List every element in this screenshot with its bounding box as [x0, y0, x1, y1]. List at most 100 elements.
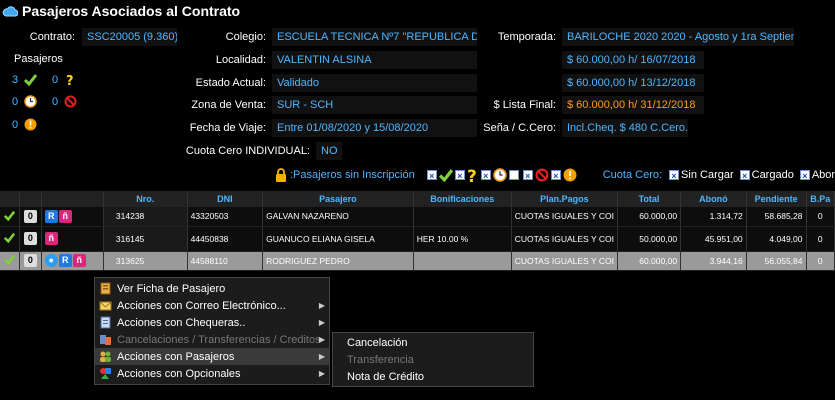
header-bpa[interactable]: B.Pa — [806, 191, 835, 207]
people-icon[interactable]: ñ — [44, 232, 58, 245]
submenu-item-nota-credito[interactable]: Nota de Crédito — [333, 368, 533, 385]
alert-icon — [24, 118, 37, 131]
r-icon[interactable]: R — [58, 254, 72, 267]
filter-alert-checkbox[interactable]: × — [550, 170, 561, 181]
cell-nro: 314238 — [103, 207, 188, 227]
colegio-value: ESCUELA TECNICA Nº7 "REPUBLICA DE F — [272, 28, 477, 46]
abonado-checkbox[interactable]: × — [799, 170, 810, 181]
cell-abono: 45.951,00 — [680, 226, 747, 252]
zona-label: Zona de Venta: — [191, 99, 266, 111]
cuota-cero-badge: 0 — [23, 232, 37, 245]
header-pasajero[interactable]: Pasajero — [262, 191, 414, 207]
check-icon — [24, 74, 37, 86]
cell-total: 60.000,00 — [617, 207, 682, 227]
mail-icon — [99, 301, 112, 311]
cell-abono: 3.944,16 — [680, 251, 747, 271]
filter-question-checkbox[interactable]: × — [454, 170, 465, 181]
question-icon: ? — [467, 167, 477, 183]
filter-clock-checkbox[interactable]: × — [480, 170, 491, 181]
check-icon — [3, 210, 16, 221]
cuota-cero-legend-label: Cuota Cero: — [602, 169, 663, 181]
sin-inscripcion-label: :Pasajeros sin Inscripción — [290, 169, 415, 181]
filter-blocked-checkbox[interactable]: × — [522, 170, 533, 181]
menu-item-pasajeros[interactable]: Acciones con Pasajeros ▶ — [95, 348, 329, 365]
count-ok: 3 — [12, 74, 19, 86]
check-icon — [3, 254, 16, 266]
cell-pasajero: GUANUCO ELIANA GISELA — [262, 226, 414, 252]
estado-value: Validado — [272, 74, 477, 92]
title-bar: Pasajeros Asociados al Contrato — [0, 0, 835, 22]
filter-square-checkbox[interactable] — [508, 170, 519, 180]
cuota-cero-value: NO — [316, 142, 342, 160]
lista-final-value: $ 60.000,00 h/ 31/12/2018 — [562, 96, 704, 114]
cell-bpa: 0 — [806, 251, 835, 271]
table-header: Nro. DNI Pasajero Bonificaciones Plan.Pa… — [0, 191, 835, 207]
chat-icon[interactable]: ● — [44, 254, 58, 267]
cell-nro: 316145 — [103, 226, 188, 252]
question-icon: ? — [66, 74, 74, 86]
menu-item-ver-ficha[interactable]: Ver Ficha de Pasajero — [95, 280, 329, 297]
cell-pendiente: 56.055,84 — [746, 251, 807, 271]
people-icon[interactable]: ñ — [72, 254, 86, 267]
cuota-cero-badge: 0 — [23, 254, 37, 267]
menu-item-chequeras[interactable]: Acciones con Chequeras.. ▶ — [95, 314, 329, 331]
cell-plan: CUOTAS IGUALES Y COI — [511, 226, 618, 252]
header-bonificaciones[interactable]: Bonificaciones — [413, 191, 512, 207]
alert-icon — [563, 168, 577, 182]
fecha-viaje-value: Entre 01/08/2020 y 15/08/2020 — [272, 119, 477, 137]
zona-value: SUR - SCH — [272, 96, 477, 114]
menu-item-opcionales[interactable]: Acciones con Opcionales ▶ — [95, 365, 329, 382]
cell-dni: 44588110 — [187, 251, 264, 271]
temporada-value: BARILOCHE 2020 2020 - Agosto y 1ra Septi… — [562, 28, 794, 46]
cuota-cero-badge: 0 — [23, 209, 37, 223]
card-icon — [100, 282, 111, 295]
cell-abono: 1.314,72 — [680, 207, 747, 227]
cell-plan: CUOTAS IGUALES Y COI — [511, 207, 618, 227]
cell-bonif: HER 10.00 % — [413, 226, 512, 252]
lista-final-label: $ Lista Final: — [493, 99, 556, 111]
header-abono[interactable]: Abonó — [680, 191, 747, 207]
cargado-checkbox[interactable]: × — [739, 170, 750, 181]
header-pendiente[interactable]: Pendiente — [746, 191, 807, 207]
cell-plan: CUOTAS IGUALES Y COI — [511, 251, 618, 271]
precio-2-value: $ 60.000,00 h/ 13/12/2018 — [562, 74, 704, 92]
abonado-label: Abona — [811, 169, 835, 181]
contrato-label: Contrato: — [29, 31, 75, 43]
blocked-icon — [64, 95, 77, 108]
book-icon — [100, 316, 111, 329]
r-icon[interactable]: R — [44, 209, 58, 223]
check-icon — [3, 232, 16, 244]
cell-pasajero: RODRIGUEZ PEDRO — [262, 251, 414, 271]
page-title: Pasajeros Asociados al Contrato — [22, 3, 241, 19]
table-row[interactable]: 0 ñ 316145 44450838 GUANUCO ELIANA GISEL… — [0, 226, 835, 252]
svg-text:?: ? — [66, 74, 74, 86]
table-row[interactable]: 0 Rñ 314238 43320503 GALVAN NAZARENO CUO… — [0, 207, 835, 227]
people-icon[interactable]: ñ — [58, 209, 72, 223]
submenu-item-transferencia[interactable]: Transferencia — [333, 351, 533, 368]
count-alert: 0 — [12, 119, 19, 131]
sin-cargar-checkbox[interactable]: × — [669, 170, 680, 181]
table-row-selected[interactable]: 0 ● Rñ 313625 44588110 RODRIGUEZ PEDRO CU… — [0, 251, 835, 271]
submenu-item-cancelacion[interactable]: Cancelación — [333, 334, 533, 351]
menu-item-cancelaciones[interactable]: Cancelaciones / Transferencias / Credito… — [95, 331, 329, 348]
cell-bpa: 0 — [806, 226, 835, 252]
cell-nro: 313625 — [103, 251, 188, 271]
cell-dni: 44450838 — [187, 226, 264, 252]
transfer-icon — [100, 335, 111, 345]
sena-value: Incl.Cheq. $ 480 C.Cero. — [562, 119, 688, 137]
header-nro[interactable]: Nro. — [103, 191, 188, 207]
temporada-label: Temporada: — [497, 31, 556, 43]
cargado-label: Cargado — [751, 169, 794, 181]
contrato-value: SSC20005 (9.360) — [82, 28, 177, 46]
header-plan-pagos[interactable]: Plan.Pagos — [511, 191, 618, 207]
blocked-icon — [535, 168, 549, 182]
check-icon — [438, 169, 453, 182]
filter-check-checkbox[interactable]: × — [426, 170, 437, 181]
passengers-table: Nro. DNI Pasajero Bonificaciones Plan.Pa… — [0, 191, 835, 271]
localidad-label: Localidad: — [215, 54, 266, 66]
cell-bpa: 0 — [806, 207, 835, 227]
header-dni[interactable]: DNI — [187, 191, 264, 207]
header-total[interactable]: Total — [617, 191, 682, 207]
menu-item-correo[interactable]: Acciones con Correo Electrónico... ▶ — [95, 297, 329, 314]
cell-pendiente: 58.685,28 — [746, 207, 807, 227]
